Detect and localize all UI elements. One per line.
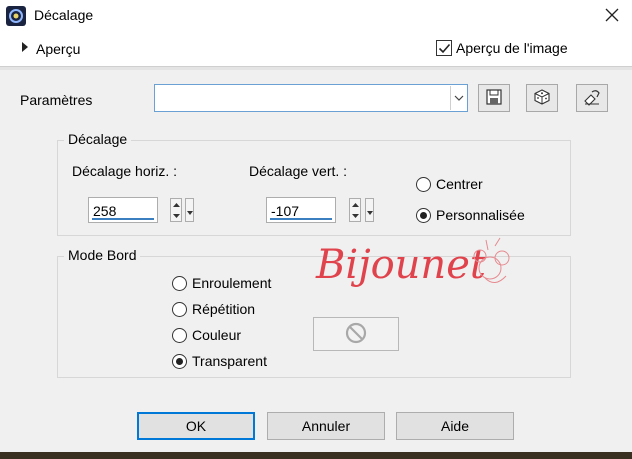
radio-centrer[interactable]: Centrer bbox=[416, 176, 483, 192]
radio-enroulement[interactable]: Enroulement bbox=[172, 275, 271, 291]
input-focus-underline bbox=[270, 218, 332, 220]
input-focus-underline bbox=[92, 218, 154, 220]
dice-icon bbox=[533, 88, 551, 109]
horiz-offset-value: 258 bbox=[93, 203, 117, 219]
radio-label: Transparent bbox=[192, 353, 267, 369]
spin-up-icon[interactable] bbox=[350, 199, 360, 210]
image-preview-checkbox[interactable]: Aperçu de l'image bbox=[436, 40, 568, 56]
params-label: Paramètres bbox=[20, 92, 93, 108]
horiz-offset-label: Décalage horiz. : bbox=[72, 163, 178, 179]
radio-button[interactable] bbox=[416, 207, 431, 223]
spin-up-icon[interactable] bbox=[171, 199, 181, 210]
radio-button[interactable] bbox=[172, 275, 187, 291]
save-preset-button[interactable] bbox=[478, 84, 510, 112]
radio-label: Centrer bbox=[436, 176, 483, 192]
checkbox-box[interactable] bbox=[436, 40, 452, 56]
radio-button[interactable] bbox=[172, 353, 187, 369]
random-button[interactable] bbox=[526, 84, 558, 112]
caret-down-icon bbox=[186, 202, 193, 218]
spin-down-icon[interactable] bbox=[350, 210, 360, 221]
radio-repetition[interactable]: Répétition bbox=[172, 301, 255, 317]
radio-label: Couleur bbox=[192, 327, 242, 343]
svg-text:Bijounet: Bijounet bbox=[315, 242, 487, 288]
caret-down-icon bbox=[366, 202, 373, 218]
radio-button[interactable] bbox=[172, 327, 187, 343]
image-preview-label: Aperçu de l'image bbox=[456, 40, 568, 56]
close-icon bbox=[605, 8, 619, 25]
vert-offset-input[interactable]: -107 bbox=[266, 197, 336, 223]
vert-offset-value: -107 bbox=[271, 203, 300, 219]
radio-label: Répétition bbox=[192, 301, 256, 317]
chevron-down-icon[interactable] bbox=[450, 86, 466, 110]
offset-group-title: Décalage bbox=[64, 131, 132, 147]
radio-personnalisee[interactable]: Personnalisée bbox=[416, 207, 525, 223]
radio-label: Enroulement bbox=[192, 275, 272, 291]
app-icon bbox=[6, 6, 26, 26]
help-button[interactable]: Aide bbox=[396, 412, 514, 440]
title-bar: Décalage bbox=[0, 0, 632, 32]
vert-offset-spinner[interactable] bbox=[349, 198, 361, 222]
radio-transparent[interactable]: Transparent bbox=[172, 353, 267, 369]
no-color-icon bbox=[345, 322, 367, 347]
color-swatch-button[interactable] bbox=[313, 317, 399, 351]
horiz-offset-dropdown[interactable] bbox=[185, 198, 194, 222]
preview-row: Aperçu Aperçu de l'image bbox=[0, 32, 632, 66]
cancel-button[interactable]: Annuler bbox=[267, 412, 385, 440]
close-button[interactable] bbox=[592, 0, 632, 32]
radio-button[interactable] bbox=[172, 301, 187, 317]
background-strip bbox=[0, 452, 632, 459]
divider bbox=[0, 66, 632, 70]
reset-icon bbox=[582, 88, 602, 109]
window-title: Décalage bbox=[34, 7, 94, 23]
edge-mode-group-title: Mode Bord bbox=[64, 247, 141, 263]
watermark-logo: Bijounet bbox=[310, 228, 525, 306]
horiz-offset-spinner[interactable] bbox=[170, 198, 182, 222]
preset-combo[interactable] bbox=[154, 84, 468, 112]
horiz-offset-input[interactable]: 258 bbox=[88, 197, 158, 223]
radio-button[interactable] bbox=[416, 176, 431, 192]
spin-down-icon[interactable] bbox=[171, 210, 181, 221]
reset-button[interactable] bbox=[576, 84, 608, 112]
preview-toggle-label[interactable]: Aperçu bbox=[36, 41, 80, 57]
vert-offset-label: Décalage vert. : bbox=[249, 163, 348, 179]
ok-button[interactable]: OK bbox=[137, 412, 255, 440]
expand-arrow-icon[interactable] bbox=[20, 40, 30, 57]
save-icon bbox=[485, 88, 503, 109]
vert-offset-dropdown[interactable] bbox=[365, 198, 374, 222]
radio-label: Personnalisée bbox=[436, 207, 525, 223]
radio-couleur[interactable]: Couleur bbox=[172, 327, 241, 343]
